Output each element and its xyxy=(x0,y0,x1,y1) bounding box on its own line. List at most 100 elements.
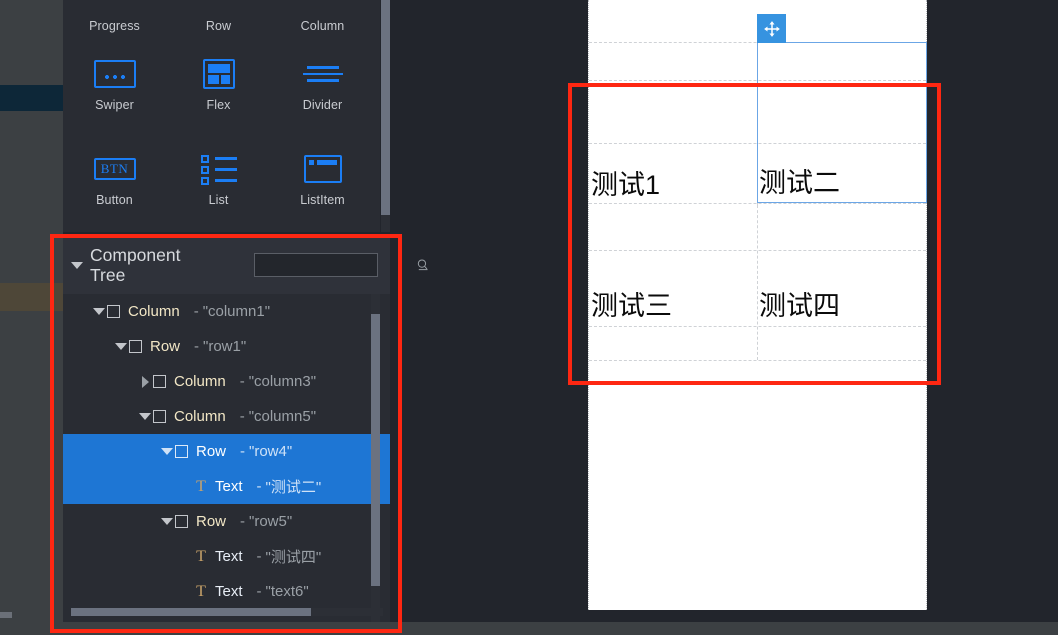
canvas-text-cell[interactable]: 测试四 xyxy=(759,293,840,320)
chevron-down-icon[interactable] xyxy=(137,413,153,420)
palette-item-divider[interactable]: Divider xyxy=(271,55,374,112)
palette-item-list[interactable]: List xyxy=(167,150,270,207)
palette-item-progress[interactable]: Progress xyxy=(63,0,166,33)
component-tree-title: Component Tree xyxy=(90,245,181,285)
tree-horizontal-scrollbar[interactable] xyxy=(71,608,383,616)
move-handle[interactable] xyxy=(757,14,786,43)
column-icon xyxy=(271,0,374,14)
node-checkbox[interactable] xyxy=(107,305,120,318)
ide-window: 测试1 测试二 测试三 测试四 Progress Row Column Swip… xyxy=(0,0,1058,635)
bottom-status-bar xyxy=(0,622,1058,635)
tree-node-name: "row4" xyxy=(249,443,293,460)
tree-node-name: "text6" xyxy=(265,583,309,600)
node-checkbox[interactable] xyxy=(153,375,166,388)
tree-node-dash: - xyxy=(193,303,199,320)
tree-vertical-scrollbar[interactable] xyxy=(371,294,380,622)
palette-item-column[interactable]: Column xyxy=(271,0,374,33)
tree-node-dash: - xyxy=(239,408,245,425)
button-icon-text: BTN xyxy=(93,158,136,180)
tree-node-name: "测试二" xyxy=(265,479,322,496)
text-type-icon: T xyxy=(196,582,206,600)
listitem-icon xyxy=(271,150,374,188)
tree-node-name: "column5" xyxy=(248,408,317,425)
palette-item-swiper[interactable]: Swiper xyxy=(63,55,166,112)
search-icon xyxy=(417,259,428,271)
tree-node-dash: - xyxy=(256,478,262,495)
tree-node-type: Column xyxy=(174,373,226,390)
canvas-text-cell[interactable]: 测试三 xyxy=(591,293,672,320)
node-checkbox[interactable] xyxy=(129,340,142,353)
tree-row[interactable]: T Text - "测试四" xyxy=(63,539,390,574)
tree-row-selected[interactable]: T Text - "测试二" xyxy=(63,469,390,504)
button-icon: BTN xyxy=(63,150,166,188)
palette-item-flex[interactable]: Flex xyxy=(167,55,270,112)
tree-node-type: Text xyxy=(215,478,243,495)
tree-row[interactable]: Column - "column3" xyxy=(63,364,390,399)
canvas-text-cell[interactable]: 测试二 xyxy=(759,170,840,197)
tree-node-type: Text xyxy=(215,548,243,565)
tree-row[interactable]: T Text - "text6" xyxy=(63,574,390,609)
chevron-down-icon[interactable] xyxy=(159,448,175,455)
text-type-icon: T xyxy=(196,547,206,565)
tree-node-dash: - xyxy=(256,548,262,565)
tree-node-dash: - xyxy=(240,513,246,530)
chevron-down-icon[interactable] xyxy=(159,518,175,525)
palette-item-label: Button xyxy=(96,193,133,207)
divider-icon xyxy=(271,55,374,93)
progress-icon xyxy=(63,0,166,14)
tree-row-selected[interactable]: Row - "row4" xyxy=(63,434,390,469)
tree-row[interactable]: Row - "row1" xyxy=(63,329,390,364)
flex-icon xyxy=(167,55,270,93)
tree-node-name: "测试四" xyxy=(265,549,322,566)
left-strip-navy-band xyxy=(0,85,63,111)
tree-node-dash: - xyxy=(256,583,262,600)
tree-node-dash: - xyxy=(240,443,246,460)
node-checkbox[interactable] xyxy=(175,515,188,528)
chevron-right-icon[interactable] xyxy=(137,375,153,388)
tree-row[interactable]: Column - "column5" xyxy=(63,399,390,434)
palette-item-label: Divider xyxy=(302,98,343,112)
tree-node-name: "column3" xyxy=(248,373,317,390)
palette-scrollbar[interactable] xyxy=(381,0,390,232)
tree-node-type: Column xyxy=(174,408,226,425)
component-tree-panel: Component Tree Column - "column1" Row - … xyxy=(63,236,428,622)
tree-node-type: Row xyxy=(150,338,181,355)
node-checkbox[interactable] xyxy=(175,445,188,458)
chevron-down-icon[interactable] xyxy=(91,308,107,315)
grid-line xyxy=(589,360,926,361)
tree-node-type: Row xyxy=(196,443,227,460)
palette-item-label: Progress xyxy=(89,19,140,33)
tree-node-name: "column1" xyxy=(202,303,271,320)
tree-row[interactable]: Row - "row5" xyxy=(63,504,390,539)
component-palette: Progress Row Column Swiper Flex Divider … xyxy=(63,0,380,232)
component-tree-body: Column - "column1" Row - "row1" Column -… xyxy=(63,294,390,622)
chevron-down-icon[interactable] xyxy=(113,343,129,350)
tree-node-dash: - xyxy=(239,373,245,390)
palette-item-label: ListItem xyxy=(300,193,345,207)
tree-row[interactable]: Column - "column1" xyxy=(63,294,390,329)
component-tree-header: Component Tree xyxy=(63,236,428,294)
palette-item-listitem[interactable]: ListItem xyxy=(271,150,374,207)
palette-item-label: Row xyxy=(205,19,232,33)
palette-item-row[interactable]: Row xyxy=(167,0,270,33)
palette-item-label: List xyxy=(208,193,229,207)
row-icon xyxy=(167,0,270,14)
search-input[interactable] xyxy=(261,258,416,272)
move-arrows-icon xyxy=(763,20,780,37)
tree-node-type: Row xyxy=(196,513,227,530)
component-tree-search[interactable] xyxy=(254,253,428,277)
canvas-text-cell[interactable]: 测试1 xyxy=(591,172,660,199)
device-preview[interactable]: 测试1 测试二 测试三 测试四 xyxy=(588,0,927,610)
node-checkbox[interactable] xyxy=(153,410,166,423)
tree-node-dash: - xyxy=(194,338,200,355)
chevron-down-icon[interactable] xyxy=(71,261,83,269)
tree-node-type: Column xyxy=(128,303,180,320)
grid-divider-vertical xyxy=(757,205,758,360)
palette-item-button[interactable]: BTN Button xyxy=(63,150,166,207)
palette-item-label: Column xyxy=(300,19,345,33)
palette-item-label: Swiper xyxy=(95,98,134,112)
left-strip-scrollbar[interactable] xyxy=(0,612,12,618)
palette-item-label: Flex xyxy=(206,98,231,112)
far-left-strip xyxy=(0,0,63,635)
tree-node-name: "row5" xyxy=(249,513,293,530)
